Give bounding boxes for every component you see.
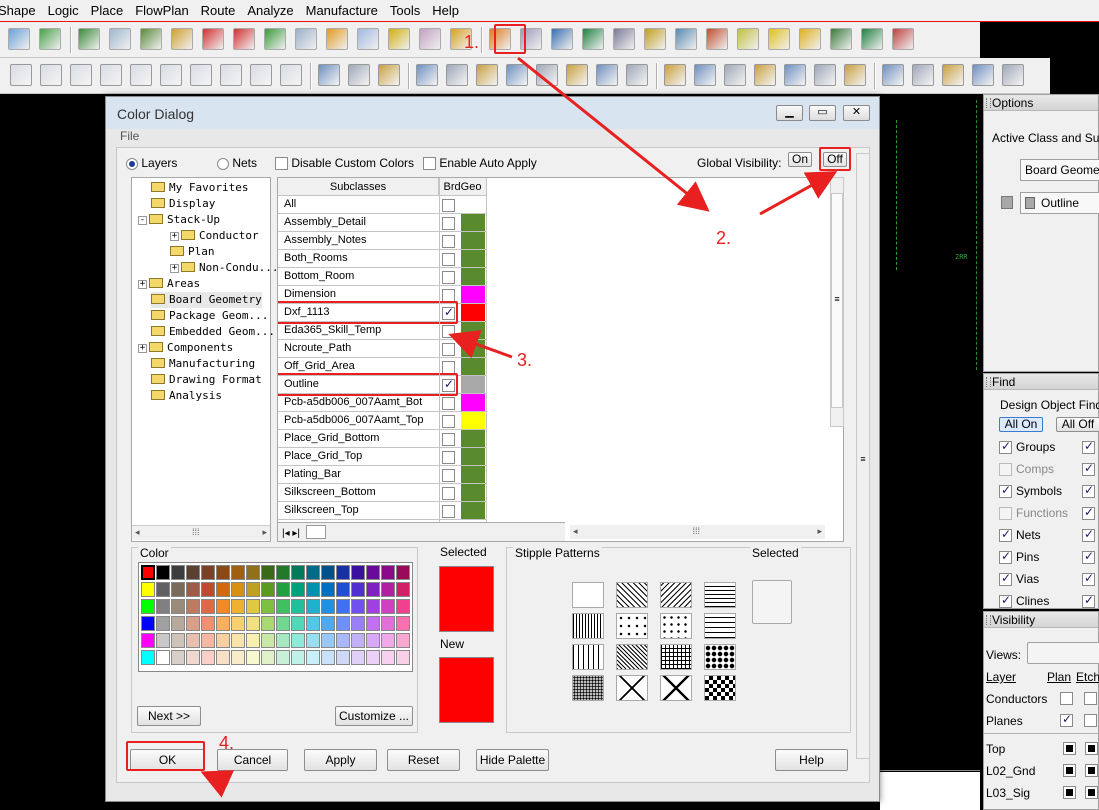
arrow-3 — [448, 330, 513, 359]
annotation-arrows — [200, 56, 838, 798]
arrow-1 — [517, 56, 710, 212]
arrow-2 — [759, 171, 838, 216]
arrow-4 — [200, 770, 235, 798]
